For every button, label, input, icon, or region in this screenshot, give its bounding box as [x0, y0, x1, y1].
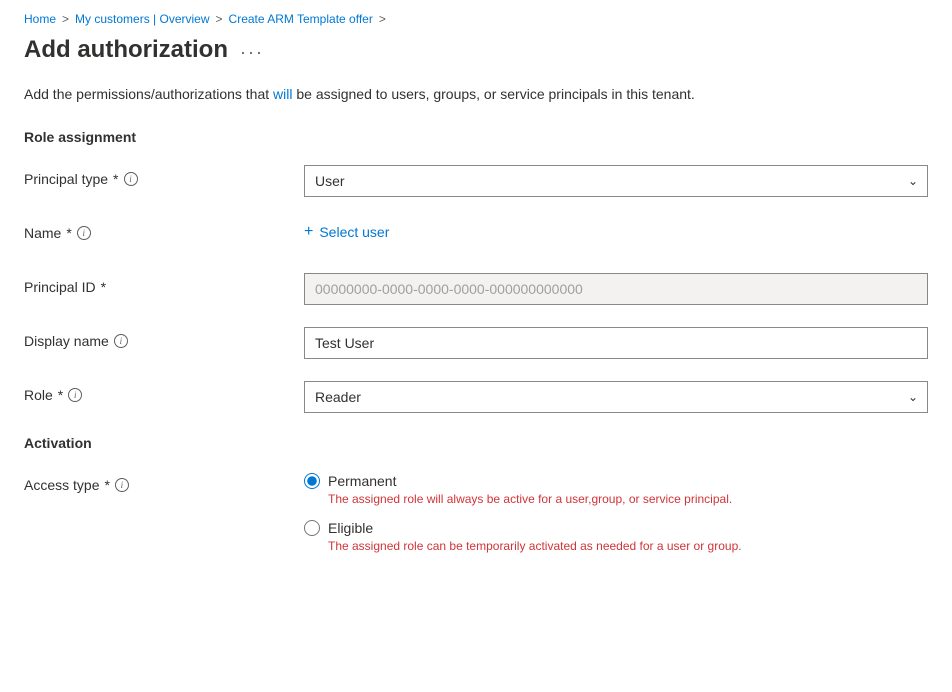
- principal-id-control: [304, 273, 928, 305]
- page-title: Add authorization: [24, 36, 228, 64]
- role-assignment-section: Role assignment Principal type * i User …: [24, 129, 928, 417]
- access-type-permanent-row: Permanent: [304, 473, 928, 489]
- breadcrumb-sep-1: >: [62, 12, 69, 26]
- role-select[interactable]: Reader Contributor Owner: [304, 381, 928, 413]
- activation-title: Activation: [24, 435, 928, 451]
- select-user-button[interactable]: + Select user: [304, 219, 389, 245]
- name-label: Name * i: [24, 219, 304, 241]
- access-type-permanent-item: Permanent The assigned role will always …: [304, 473, 928, 508]
- role-control: Reader Contributor Owner ⌄: [304, 381, 928, 413]
- access-type-eligible-label: Eligible: [328, 520, 373, 536]
- more-options-icon[interactable]: ···: [240, 42, 264, 63]
- principal-id-label: Principal ID *: [24, 273, 304, 295]
- principal-id-row: Principal ID *: [24, 273, 928, 309]
- access-type-eligible-item: Eligible The assigned role can be tempor…: [304, 520, 928, 555]
- access-type-permanent-radio[interactable]: [304, 473, 320, 489]
- display-name-info-icon[interactable]: i: [114, 334, 128, 348]
- access-type-control: Permanent The assigned role will always …: [304, 471, 928, 555]
- desc-text-before: Add the permissions/authorizations that: [24, 86, 273, 102]
- principal-type-info-icon[interactable]: i: [124, 172, 138, 186]
- name-info-icon[interactable]: i: [77, 226, 91, 240]
- access-type-radio-group: Permanent The assigned role will always …: [304, 473, 928, 555]
- page-description: Add the permissions/authorizations that …: [24, 84, 928, 105]
- access-type-eligible-radio[interactable]: [304, 520, 320, 536]
- display-name-control: [304, 327, 928, 359]
- principal-type-select-wrapper: User Group Service principal ⌄: [304, 165, 928, 197]
- role-info-icon[interactable]: i: [68, 388, 82, 402]
- breadcrumb-home[interactable]: Home: [24, 12, 56, 26]
- access-type-label: Access type * i: [24, 471, 304, 493]
- breadcrumb-sep-2: >: [216, 12, 223, 26]
- plus-icon: +: [304, 223, 313, 241]
- select-user-label: Select user: [319, 224, 389, 240]
- name-row: Name * i + Select user: [24, 219, 928, 255]
- name-control: + Select user: [304, 219, 928, 245]
- role-assignment-title: Role assignment: [24, 129, 928, 145]
- breadcrumb-mycustomers[interactable]: My customers | Overview: [75, 12, 209, 26]
- access-type-info-icon[interactable]: i: [115, 478, 129, 492]
- principal-type-select[interactable]: User Group Service principal: [304, 165, 928, 197]
- access-type-permanent-label: Permanent: [328, 473, 396, 489]
- principal-id-input[interactable]: [304, 273, 928, 305]
- breadcrumb-sep-3: >: [379, 12, 386, 26]
- desc-highlight: will: [273, 86, 292, 102]
- access-type-eligible-row: Eligible: [304, 520, 928, 536]
- access-type-row: Access type * i Permanent The assigned r…: [24, 471, 928, 555]
- breadcrumb-createoffer[interactable]: Create ARM Template offer: [229, 12, 373, 26]
- activation-section: Activation Access type * i Permanent The…: [24, 435, 928, 555]
- breadcrumb: Home > My customers | Overview > Create …: [24, 0, 928, 36]
- display-name-row: Display name i: [24, 327, 928, 363]
- principal-type-label: Principal type * i: [24, 165, 304, 187]
- principal-type-control: User Group Service principal ⌄: [304, 165, 928, 197]
- access-type-permanent-desc: The assigned role will always be active …: [328, 491, 928, 508]
- principal-type-row: Principal type * i User Group Service pr…: [24, 165, 928, 201]
- role-label: Role * i: [24, 381, 304, 403]
- role-select-wrapper: Reader Contributor Owner ⌄: [304, 381, 928, 413]
- desc-text-after: be assigned to users, groups, or service…: [292, 86, 694, 102]
- role-row: Role * i Reader Contributor Owner ⌄: [24, 381, 928, 417]
- display-name-input[interactable]: [304, 327, 928, 359]
- access-type-eligible-desc: The assigned role can be temporarily act…: [328, 538, 928, 555]
- display-name-label: Display name i: [24, 327, 304, 349]
- page-header: Add authorization ···: [24, 36, 928, 64]
